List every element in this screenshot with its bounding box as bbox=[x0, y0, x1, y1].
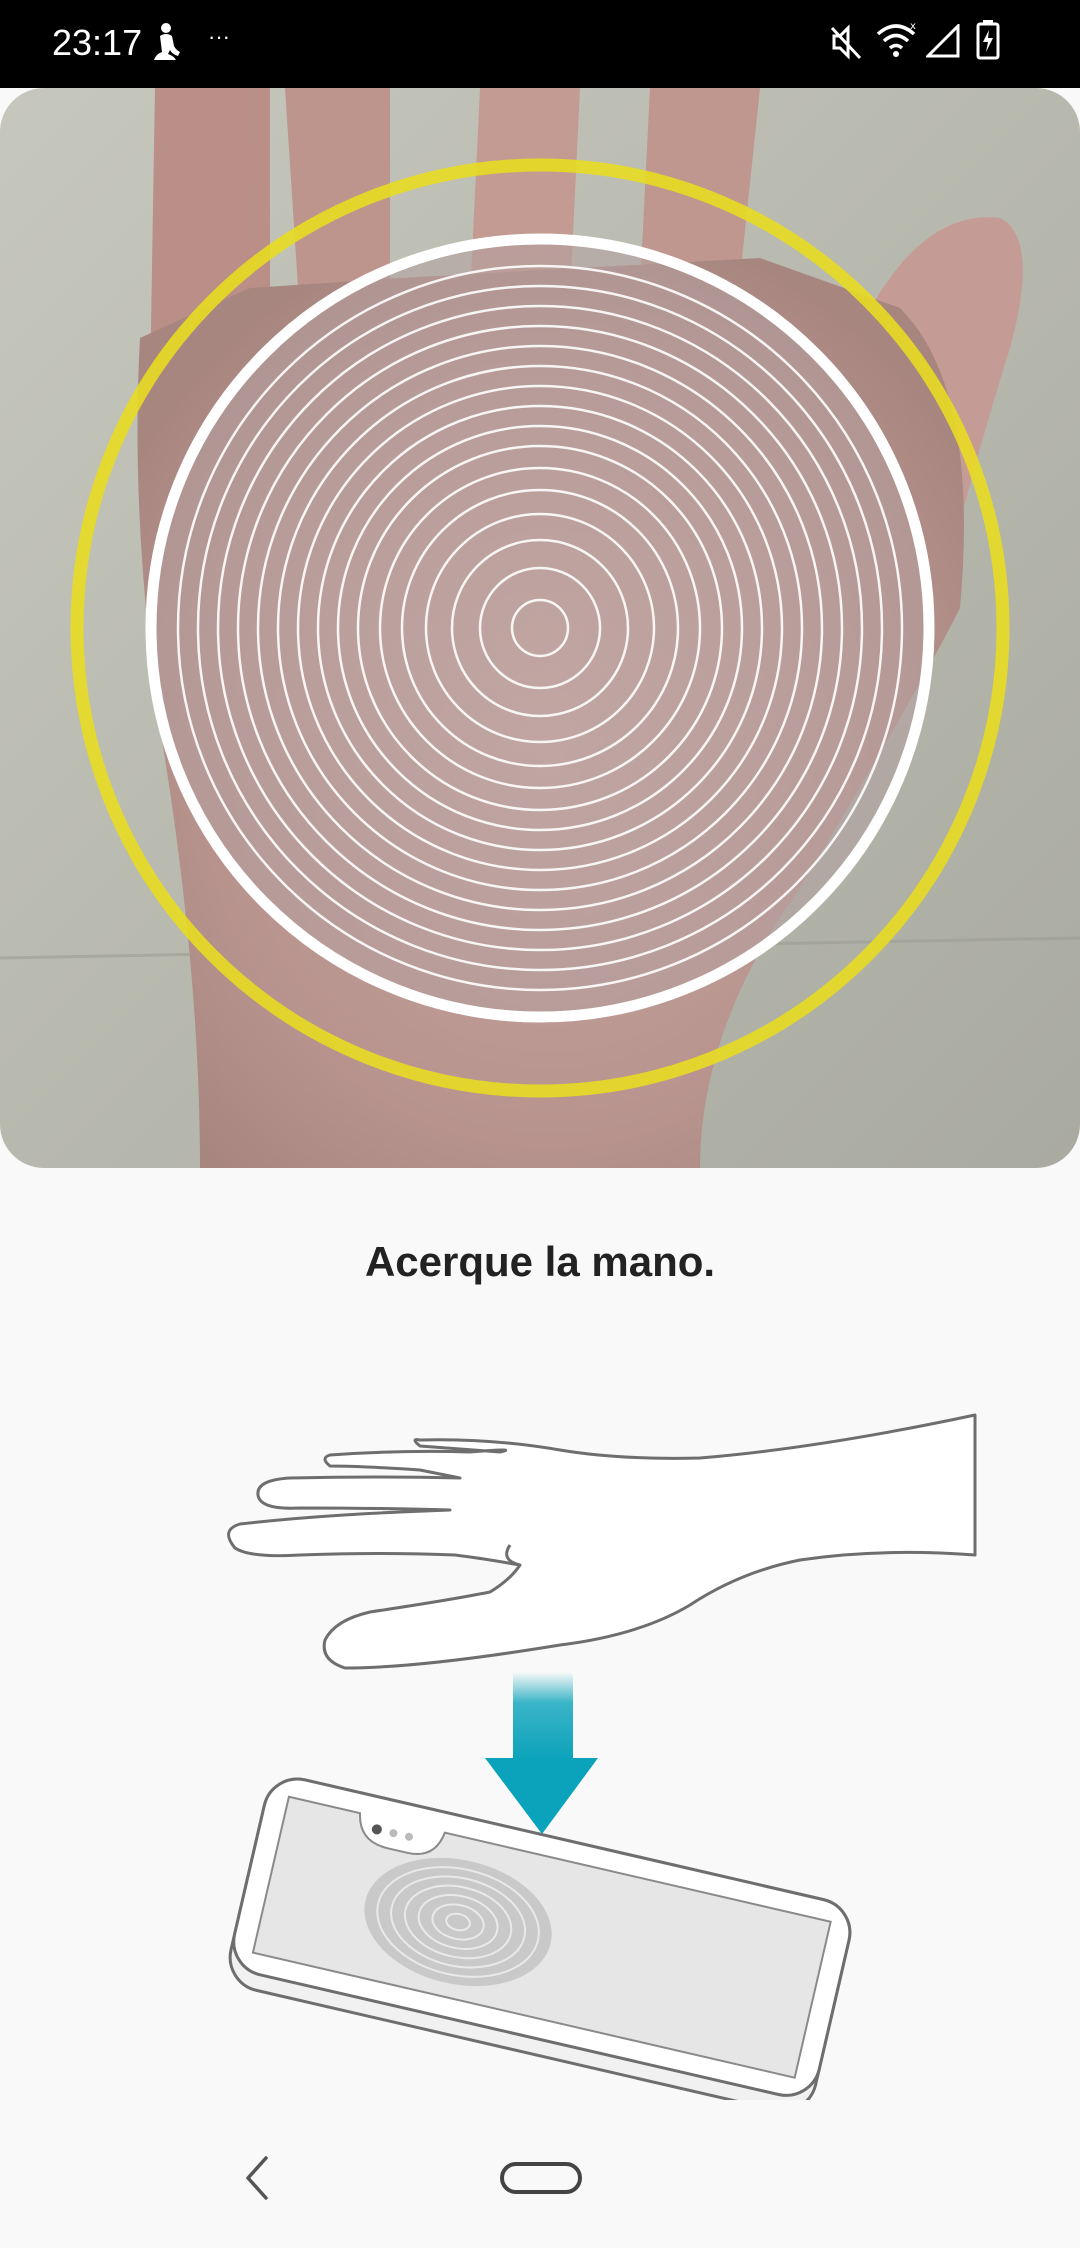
back-button[interactable] bbox=[226, 2148, 286, 2208]
walk-icon bbox=[154, 23, 180, 60]
svg-text:x: x bbox=[910, 22, 916, 32]
home-icon bbox=[500, 2162, 582, 2194]
camera-scene bbox=[0, 88, 1080, 1168]
wifi-icon: x bbox=[876, 22, 916, 57]
hand-illustration bbox=[227, 1413, 977, 1670]
overflow-indicator: ··· bbox=[208, 24, 230, 49]
instruction-text: Acerque la mano. bbox=[364, 1238, 716, 1285]
battery-charging-icon bbox=[976, 20, 1000, 60]
down-arrow-icon bbox=[485, 1672, 598, 1834]
back-icon bbox=[246, 2156, 268, 2200]
status-bar: 23:17 ··· x bbox=[0, 0, 1080, 88]
signal-icon bbox=[926, 24, 960, 58]
camera-preview bbox=[0, 88, 1080, 1168]
status-right-icons: x bbox=[830, 20, 1030, 68]
instruction-illustration bbox=[0, 1380, 1080, 2113]
mute-icon bbox=[830, 24, 862, 60]
home-button[interactable] bbox=[498, 2158, 584, 2198]
status-time: 23:17 bbox=[52, 22, 143, 63]
navigation-bar bbox=[0, 2130, 1080, 2248]
